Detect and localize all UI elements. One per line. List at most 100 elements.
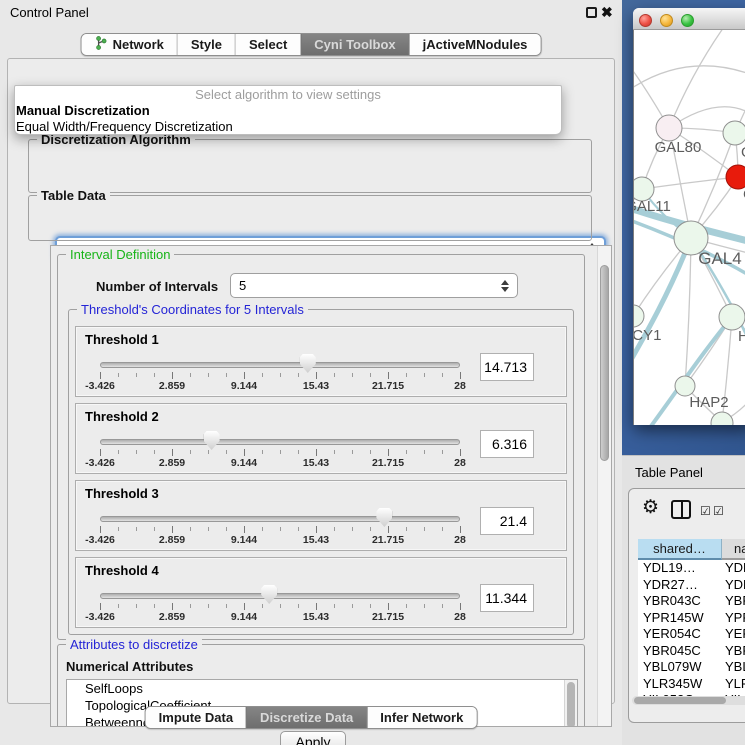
threshold-value-field[interactable]: 14.713 [480, 353, 534, 381]
number-of-intervals-combobox[interactable]: 5 [230, 273, 518, 298]
slider-thumb[interactable] [261, 585, 277, 604]
slider-tick [190, 527, 191, 531]
table-cell[interactable]: YBR045C [638, 643, 722, 660]
algorithm-dropdown-popup: Select algorithm to view settings Manual… [14, 85, 562, 135]
minimize-traffic-light-icon[interactable] [660, 14, 673, 27]
table-row[interactable]: YBR043CYBR0 [638, 593, 745, 610]
close-traffic-light-icon[interactable] [639, 14, 652, 27]
group-title: Interval Definition [66, 247, 174, 262]
table-cell[interactable]: YLR345W [638, 676, 722, 693]
slider-tick [370, 373, 371, 377]
slider-tick [118, 373, 119, 377]
checkbox-icon[interactable]: ☑ [700, 505, 711, 517]
checkbox-icon[interactable]: ☑ [713, 505, 724, 517]
slider-tick [190, 450, 191, 454]
popup-items: Manual DiscretizationEqual Width/Frequen… [15, 103, 561, 135]
table-cell[interactable]: YDL19… [638, 560, 722, 577]
table-cell[interactable]: YPR145W [638, 610, 722, 627]
slider-tick [172, 526, 173, 533]
table-cell[interactable]: YDL1 [722, 560, 745, 577]
column-header-shared-name[interactable]: shared… [638, 539, 722, 560]
table-body: YDL19…YDL1YDR27…YDR2YBR043CYBR0YPR145WYP… [638, 560, 745, 705]
threshold-value-field[interactable]: 6.316 [480, 430, 534, 458]
slider-track[interactable] [100, 593, 460, 599]
network-node-h[interactable] [719, 304, 745, 330]
slider-track[interactable] [100, 362, 460, 368]
table-cell[interactable]: YDR2 [722, 577, 745, 594]
slider-tick [352, 527, 353, 531]
tick-label: 15.43 [286, 457, 346, 469]
popup-item[interactable]: Manual Discretization [15, 103, 561, 119]
network-node-g[interactable] [723, 121, 745, 145]
tick-label: 21.715 [358, 534, 418, 546]
float-window-icon[interactable] [586, 7, 597, 18]
apply-button[interactable]: Apply [280, 731, 346, 745]
popup-item[interactable]: Equal Width/Frequency Discretization [15, 119, 561, 135]
tick-label: 28 [430, 380, 490, 392]
table-cell[interactable]: YLR3 [722, 676, 745, 693]
table-row[interactable]: YDL19…YDL1 [638, 560, 745, 577]
slider-thumb[interactable] [300, 354, 316, 373]
table-row[interactable]: YLR345WYLR3 [638, 676, 745, 693]
gear-icon[interactable]: ⚙ [642, 496, 659, 520]
tab-infer-network[interactable]: Infer Network [367, 707, 476, 728]
column-header-name[interactable]: na [722, 539, 745, 560]
table-panel: Table Panel ⚙ ☑ ☑ shared… na YDL19…YDL1Y… [622, 455, 745, 745]
table-cell[interactable]: YER0 [722, 626, 745, 643]
slider-tick [352, 604, 353, 608]
slider-tick [136, 527, 137, 531]
zoom-traffic-light-icon[interactable] [681, 14, 694, 27]
table-row[interactable]: YBR045CYBR0 [638, 643, 745, 660]
network-node-gal80[interactable] [656, 115, 682, 141]
discretization-algorithm-group: Discretization Algorithm [28, 139, 592, 193]
table-cell[interactable]: YBL0 [722, 659, 745, 676]
table-cell[interactable]: YBL079W [638, 659, 722, 676]
slider-tick [370, 527, 371, 531]
slider-tick [316, 526, 317, 533]
tab-impute-data[interactable]: Impute Data [146, 707, 246, 728]
network-node[interactable] [711, 412, 733, 425]
table-cell[interactable]: YBR0 [722, 643, 745, 660]
tab-label: Style [191, 37, 222, 52]
attribute-list-item[interactable]: SelfLoops [67, 680, 577, 697]
threshold-value-field[interactable]: 11.344 [480, 584, 534, 612]
network-node-gcy1[interactable] [634, 305, 644, 327]
table-hscrollbar[interactable] [632, 696, 745, 705]
slider-tick [298, 373, 299, 377]
tab-style[interactable]: Style [177, 34, 235, 55]
tick-label: 2.859 [142, 611, 202, 623]
tab-jactivemnodules[interactable]: jActiveMNodules [410, 34, 541, 55]
table-row[interactable]: YER054CYER0 [638, 626, 745, 643]
slider-tick [190, 604, 191, 608]
tab-select[interactable]: Select [235, 34, 300, 55]
threshold-value-field[interactable]: 21.4 [480, 507, 534, 535]
table-cell[interactable]: YBR0 [722, 593, 745, 610]
network-node-hap2[interactable] [675, 376, 695, 396]
close-icon[interactable]: ✖ [601, 3, 613, 21]
tab-network[interactable]: Network [82, 34, 177, 55]
table-row[interactable]: YPR145WYPR1 [638, 610, 745, 627]
table-row[interactable]: YDR27…YDR2 [638, 577, 745, 594]
slider-track[interactable] [100, 516, 460, 522]
list-scrollbar[interactable] [564, 680, 577, 727]
main-tab-bar: Network Style Select Cyni Toolbox jActiv… [81, 33, 542, 56]
network-canvas[interactable]: GAL80GCGAL11GAL4GCY1HHAP2 [633, 30, 745, 425]
tab-discretize-data[interactable]: Discretize Data [246, 707, 367, 728]
settings-scrollbar-thumb[interactable] [600, 265, 609, 461]
table-row[interactable]: YBL079WYBL0 [638, 659, 745, 676]
settings-scrollbar[interactable] [597, 246, 611, 726]
threshold-label: Threshold 2 [85, 409, 159, 424]
table-cell[interactable]: YPR1 [722, 610, 745, 627]
node-label: GAL11 [634, 198, 671, 215]
table-cell[interactable]: YER054C [638, 626, 722, 643]
columns-icon[interactable] [671, 500, 691, 519]
slider-tick [334, 604, 335, 608]
list-scrollbar-thumb[interactable] [567, 682, 575, 727]
slider-thumb[interactable] [376, 508, 392, 527]
table-cell[interactable]: YBR043C [638, 593, 722, 610]
slider-thumb[interactable] [204, 431, 220, 450]
table-cell[interactable]: YDR27… [638, 577, 722, 594]
tab-cyni-toolbox[interactable]: Cyni Toolbox [300, 34, 409, 55]
slider-track[interactable] [100, 439, 460, 445]
table-hscrollbar-thumb[interactable] [634, 697, 726, 704]
